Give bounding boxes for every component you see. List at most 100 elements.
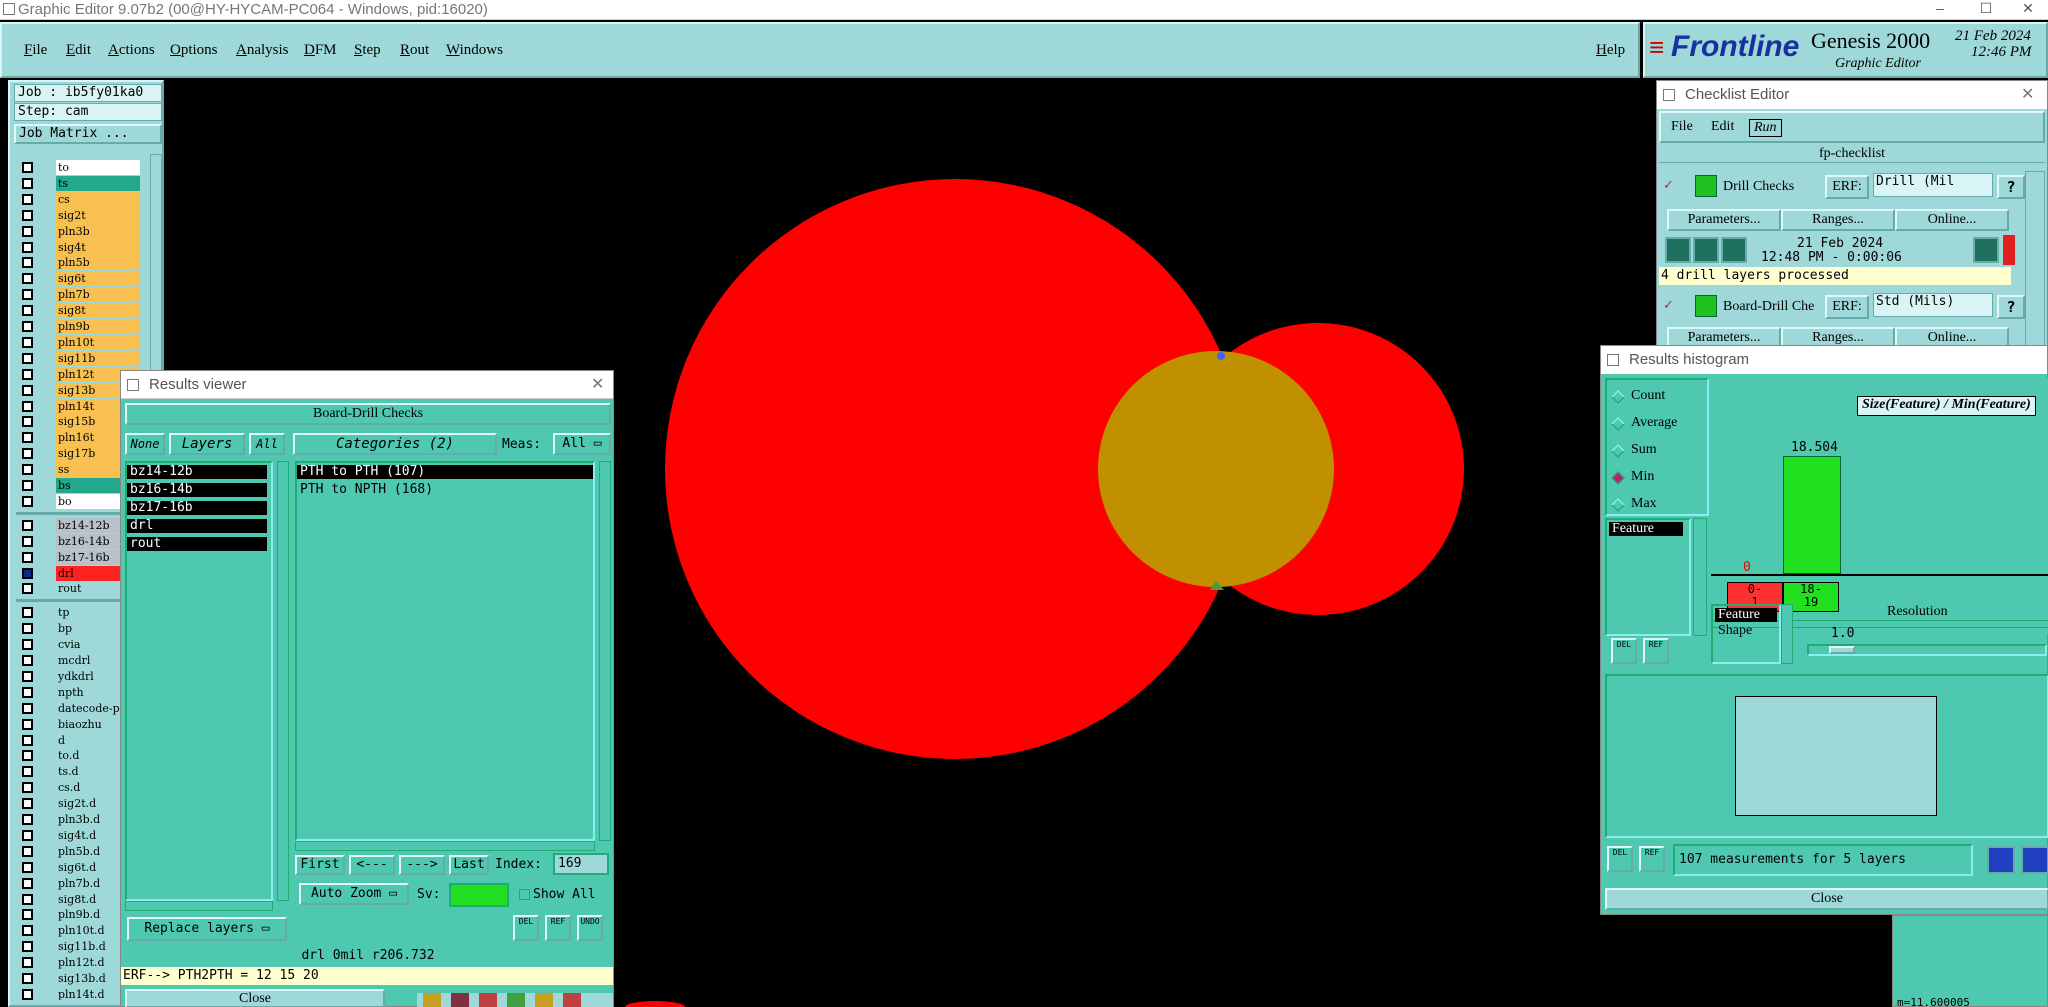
replace-layers-dropdown[interactable]: Replace layers ▭ bbox=[127, 917, 287, 941]
checklist-editor-window: Checklist Editor ✕ File Edit Run fp-chec… bbox=[1656, 80, 2048, 351]
meas-dropdown[interactable]: All ▭ bbox=[553, 433, 611, 455]
sv-color-dropdown[interactable] bbox=[449, 883, 509, 907]
histogram-titlebar: Results histogram bbox=[1601, 346, 2047, 374]
run-icon[interactable] bbox=[1721, 237, 1747, 263]
erf-status: ERF--> PTH2PTH = 12 15 20 bbox=[121, 967, 613, 985]
tool-icon[interactable] bbox=[479, 993, 497, 1007]
checklist-menu-file[interactable]: File bbox=[1671, 119, 1693, 135]
item2-help-button[interactable]: ? bbox=[1997, 295, 2025, 319]
run-icon[interactable] bbox=[1693, 237, 1719, 263]
index-input[interactable]: 169 bbox=[553, 853, 609, 875]
checklist-menu-edit[interactable]: Edit bbox=[1711, 119, 1734, 135]
tool-icon[interactable] bbox=[451, 993, 469, 1007]
list-item[interactable]: PTH to NPTH (168) bbox=[297, 483, 593, 497]
checklist-menu-run[interactable]: Run bbox=[1749, 119, 1782, 137]
tool-icon[interactable] bbox=[563, 993, 581, 1007]
feature-shape-list[interactable]: Feature Shape bbox=[1711, 604, 1781, 664]
overlap-highlight bbox=[1098, 351, 1334, 587]
list-item[interactable]: PTH to PTH (107) bbox=[297, 465, 593, 479]
last-button[interactable]: Last bbox=[449, 855, 489, 875]
results-viewer-close-button[interactable]: Close bbox=[125, 989, 385, 1007]
zero-label: 0 bbox=[1743, 560, 1751, 575]
view-icon[interactable] bbox=[1987, 846, 2015, 874]
category-list[interactable]: PTH to PTH (107) PTH to NPTH (168) bbox=[295, 461, 595, 841]
auto-zoom-dropdown[interactable]: Auto Zoom ▭ bbox=[299, 883, 409, 905]
checklist-scrollbar[interactable] bbox=[2025, 171, 2045, 351]
resolution-label: Resolution bbox=[1887, 604, 1948, 619]
item2-name[interactable]: Board-Drill Che bbox=[1723, 299, 1823, 315]
categories-button[interactable]: Categories (2) bbox=[293, 433, 497, 455]
slider-thumb[interactable] bbox=[1829, 646, 1855, 654]
item1-parameters-button[interactable]: Parameters... bbox=[1667, 209, 1781, 231]
tool-icon[interactable] bbox=[535, 993, 553, 1007]
feature-scrollbar[interactable] bbox=[1693, 518, 1707, 636]
list-item[interactable]: bz17-16b bbox=[127, 501, 267, 515]
hist-ref-button[interactable]: REF bbox=[1643, 638, 1669, 664]
histogram-close-button[interactable]: Close bbox=[1605, 888, 2048, 910]
preview-frame[interactable] bbox=[1735, 696, 1937, 816]
list-item[interactable]: Feature bbox=[1715, 608, 1777, 622]
prev-button[interactable]: <--- bbox=[349, 855, 395, 875]
del-button[interactable]: DEL bbox=[513, 915, 539, 941]
item1-erf-button[interactable]: ERF: bbox=[1825, 175, 1869, 199]
category-scrollbar[interactable] bbox=[599, 461, 611, 841]
radio-max[interactable] bbox=[1611, 498, 1625, 512]
close-icon[interactable]: ✕ bbox=[591, 374, 604, 394]
radio-count[interactable] bbox=[1611, 390, 1625, 404]
layer-list[interactable]: bz14-12b bz16-14b bz17-16b drl rout bbox=[125, 461, 273, 901]
preview-ref-button[interactable]: REF bbox=[1639, 846, 1665, 872]
list-item[interactable]: rout bbox=[127, 537, 267, 551]
list-item[interactable]: drl bbox=[127, 519, 267, 533]
results-viewer-titlebar: Results viewer ✕ bbox=[121, 371, 613, 399]
item1-check-icon[interactable]: ✓ bbox=[1663, 177, 1674, 193]
tool-icon[interactable] bbox=[507, 993, 525, 1007]
item2-erf-value[interactable]: Std (Mils) bbox=[1873, 293, 1993, 317]
histogram-chart: Size(Feature) / Min(Feature) 18.504 0 0-… bbox=[1711, 378, 2048, 634]
layer-list-scrollbar[interactable] bbox=[277, 461, 289, 901]
hist-del-button[interactable]: DEL bbox=[1611, 638, 1637, 664]
item2-erf-button[interactable]: ERF: bbox=[1825, 295, 1869, 319]
preview-del-button[interactable]: DEL bbox=[1607, 846, 1633, 872]
none-button[interactable]: None bbox=[125, 433, 165, 455]
partial-pad-bottom bbox=[625, 1001, 685, 1007]
tool-icon[interactable] bbox=[423, 993, 441, 1007]
bar-value-label: 18.504 bbox=[1791, 440, 1838, 455]
list-item[interactable]: bz14-12b bbox=[127, 465, 267, 479]
dropdown-icon: ▭ bbox=[593, 436, 602, 451]
resolution-slider[interactable] bbox=[1807, 644, 2047, 656]
first-button[interactable]: First bbox=[295, 855, 345, 875]
ref-button[interactable]: REF bbox=[545, 915, 571, 941]
radio-sum[interactable] bbox=[1611, 444, 1625, 458]
radio-min[interactable] bbox=[1611, 471, 1625, 485]
layer-list-hscroll[interactable] bbox=[125, 901, 273, 911]
list-item[interactable]: bz16-14b bbox=[127, 483, 267, 497]
feature-list[interactable]: Feature bbox=[1605, 518, 1691, 636]
histogram-bar[interactable] bbox=[1783, 456, 1841, 574]
radio-average[interactable] bbox=[1611, 417, 1625, 431]
zoom-icon[interactable] bbox=[1973, 237, 1999, 263]
item1-help-button[interactable]: ? bbox=[1997, 175, 2025, 199]
item1-ranges-button[interactable]: Ranges... bbox=[1781, 209, 1895, 231]
checklist-name: fp-checklist bbox=[1659, 145, 2045, 163]
list-item[interactable]: Shape bbox=[1715, 624, 1779, 638]
item1-time: 12:48 PM - 0:00:06 bbox=[1761, 250, 1902, 265]
view-icon[interactable] bbox=[2021, 846, 2048, 874]
item1-erf-value[interactable]: Drill (Mil bbox=[1873, 173, 1993, 197]
all-button[interactable]: All bbox=[249, 433, 285, 455]
undo-button[interactable]: UNDO bbox=[577, 915, 603, 941]
item1-online-button[interactable]: Online... bbox=[1895, 209, 2009, 231]
feature-shape-scrollbar[interactable] bbox=[1781, 604, 1793, 664]
dropdown-icon: ▭ bbox=[389, 886, 398, 901]
item1-name[interactable]: Drill Checks bbox=[1723, 179, 1794, 195]
close-icon[interactable]: ✕ bbox=[2021, 84, 2034, 104]
layers-button[interactable]: Layers bbox=[169, 433, 245, 455]
item2-check-icon[interactable]: ✓ bbox=[1663, 297, 1674, 313]
category-hscroll[interactable] bbox=[295, 841, 595, 851]
histogram-footer-status: 107 measurements for 5 layers bbox=[1673, 844, 1973, 876]
results-viewer-title: Results viewer bbox=[149, 376, 247, 393]
show-all-checkbox[interactable] bbox=[519, 889, 530, 900]
next-button[interactable]: ---> bbox=[399, 855, 445, 875]
stat-radio-group: Count Average Sum Min Max bbox=[1605, 378, 1709, 516]
list-item[interactable]: Feature bbox=[1609, 522, 1683, 536]
run-icon[interactable] bbox=[1665, 237, 1691, 263]
